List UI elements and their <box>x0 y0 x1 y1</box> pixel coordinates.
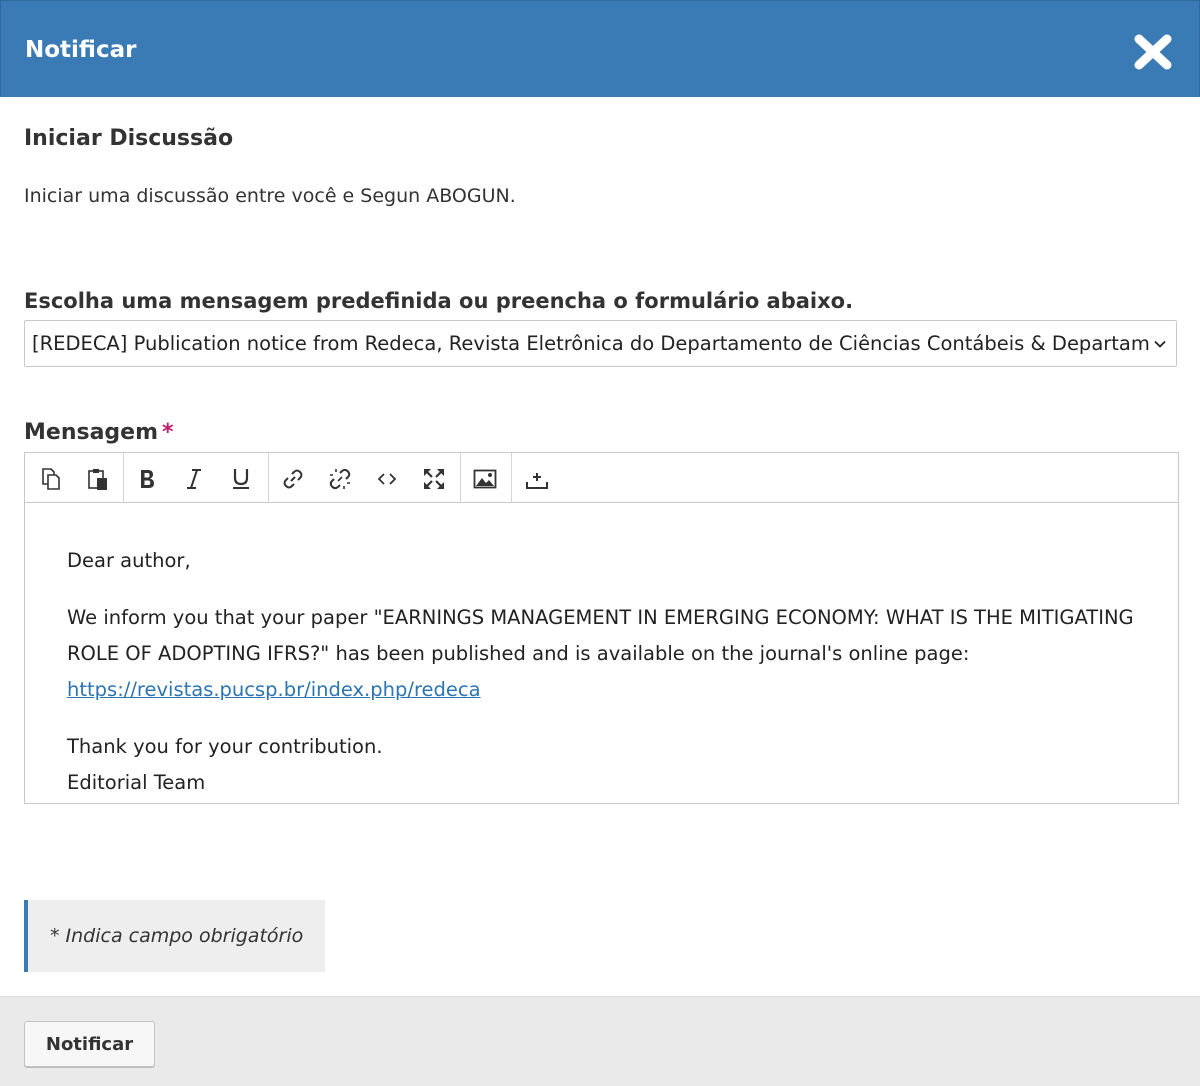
message-label-text: Mensagem <box>24 420 159 445</box>
upload-icon <box>526 473 548 489</box>
discussion-title: Iniciar Discussão <box>24 126 234 151</box>
editor-content[interactable]: Dear author, We inform you that your pap… <box>67 543 1157 801</box>
unlink-button[interactable] <box>322 461 358 497</box>
message-thanks: Thank you for your contribution. <box>67 735 383 758</box>
message-signature: Editorial Team <box>67 771 206 794</box>
upload-button[interactable] <box>519 461 555 497</box>
paste-icon <box>88 469 107 490</box>
modal-footer: Notificar <box>0 996 1200 1086</box>
bold-button[interactable] <box>129 461 165 497</box>
required-marker: * <box>162 420 174 445</box>
message-editor[interactable]: Dear author, We inform you that your pap… <box>24 452 1179 804</box>
required-note-text: * Indica campo obrigatório <box>50 925 304 947</box>
code-button[interactable] <box>369 461 405 497</box>
toolbar-group-clipboard <box>25 453 124 502</box>
image-button[interactable] <box>467 461 503 497</box>
copy-button[interactable] <box>33 461 69 497</box>
journal-link[interactable]: https://revistas.pucsp.br/index.php/rede… <box>67 678 481 701</box>
template-selected-value: [REDECA] Publication notice from Redeca,… <box>32 332 1150 355</box>
underline-button[interactable] <box>223 461 259 497</box>
bold-icon <box>141 470 154 488</box>
template-select[interactable]: [REDECA] Publication notice from Redeca,… <box>24 320 1177 367</box>
paste-button[interactable] <box>80 461 116 497</box>
italic-icon <box>187 469 201 489</box>
image-icon <box>473 469 497 489</box>
fullscreen-button[interactable] <box>416 461 452 497</box>
notify-submit-button[interactable]: Notificar <box>24 1021 155 1067</box>
toolbar-group-image <box>461 453 512 502</box>
discussion-description: Iniciar uma discussão entre você e Segun… <box>24 185 516 207</box>
link-button[interactable] <box>275 461 311 497</box>
message-body-text: We inform you that your paper "EARNINGS … <box>67 606 1134 665</box>
fullscreen-icon <box>424 469 444 489</box>
code-icon <box>377 473 397 485</box>
link-icon <box>283 469 303 489</box>
toolbar-group-insert <box>269 453 461 502</box>
modal-title: Notificar <box>25 37 137 63</box>
message-label: Mensagem * <box>24 418 174 448</box>
copy-icon <box>42 468 60 490</box>
close-icon <box>1134 34 1172 70</box>
toolbar-group-format <box>124 453 269 502</box>
template-label: Escolha uma mensagem predefinida ou pree… <box>24 289 854 313</box>
message-greeting: Dear author, <box>67 549 191 572</box>
required-field-note: * Indica campo obrigatório <box>24 900 325 972</box>
modal-header: Notificar <box>0 0 1200 97</box>
close-button[interactable] <box>1129 29 1177 75</box>
unlink-icon <box>329 468 351 490</box>
italic-button[interactable] <box>176 461 212 497</box>
chevron-down-icon <box>1154 340 1166 348</box>
message-body-paragraph: We inform you that your paper "EARNINGS … <box>67 600 1157 708</box>
underline-icon <box>233 469 249 489</box>
editor-toolbar <box>25 453 1178 503</box>
